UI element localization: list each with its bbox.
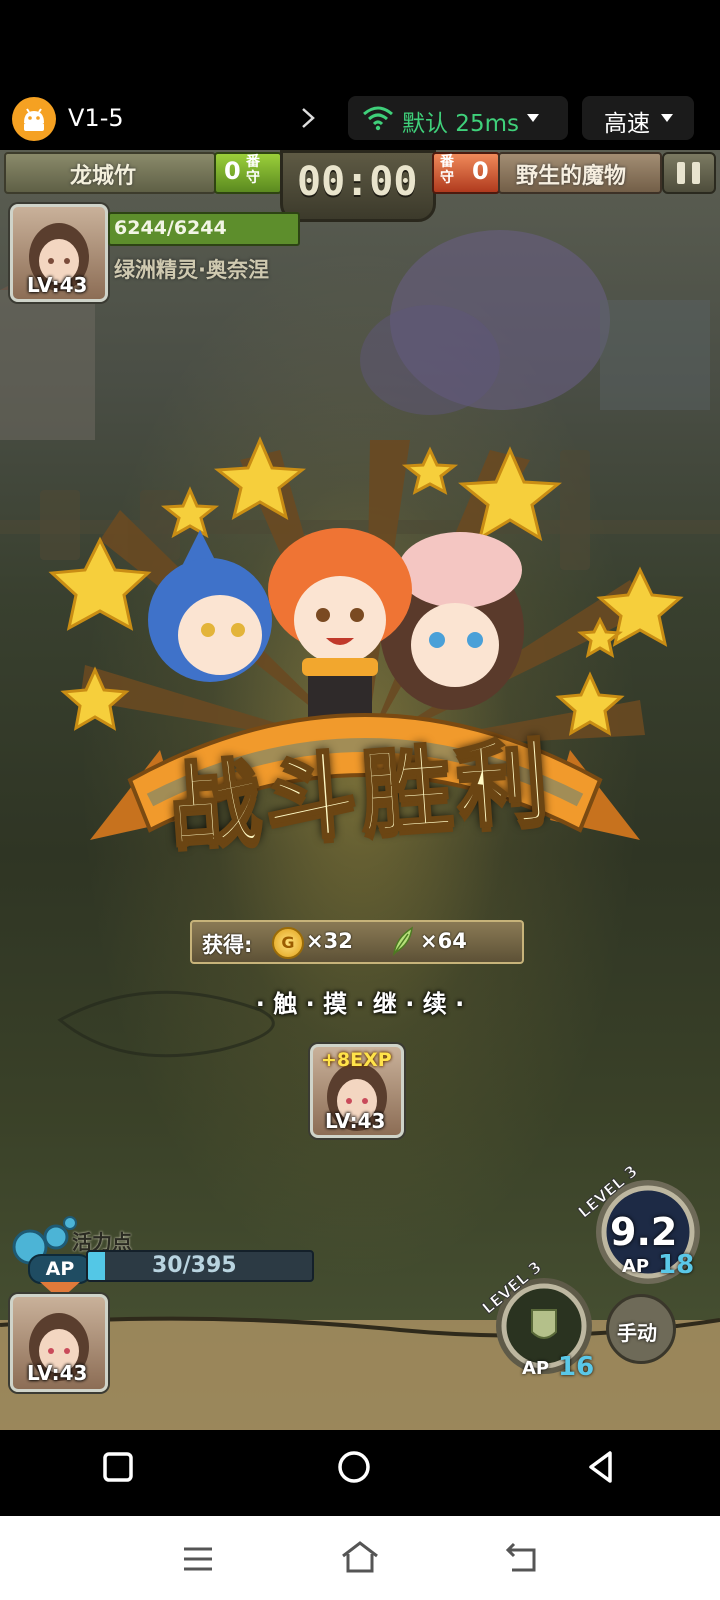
home-circle-icon[interactable] xyxy=(337,1450,371,1484)
boss-hp-text: 6244/6244 xyxy=(114,217,227,239)
skill-button-small[interactable]: LEVEL 3 AP 16 xyxy=(478,1257,604,1382)
menu-icon[interactable] xyxy=(182,1546,214,1572)
skill-large-value: 9.2 xyxy=(610,1210,678,1254)
speed-selector[interactable]: 高速 xyxy=(582,96,694,140)
timer-text: 00:00 xyxy=(297,159,418,205)
bottom-hero-level: LV:43 xyxy=(27,1361,88,1385)
enemy-name: 野生的魔物 xyxy=(516,164,627,189)
manual-mode-label: 手动 xyxy=(617,1321,657,1345)
gold-coin-icon: G xyxy=(272,927,304,959)
level-title: V1-5 xyxy=(68,104,124,132)
reward-label: 获得: xyxy=(202,933,253,957)
recent-apps-icon[interactable] xyxy=(103,1452,133,1482)
dropdown-arrow-icon xyxy=(527,114,539,122)
wifi-icon xyxy=(363,106,393,131)
boss-portrait: LV:43 xyxy=(10,204,108,302)
enemy-guard-count: 0 xyxy=(472,157,489,185)
touch-to-continue[interactable]: · 触 · 摸 · 继 · 续 · xyxy=(0,984,720,1019)
home-icon[interactable] xyxy=(340,1540,380,1574)
hero-level: LV:43 xyxy=(325,1109,386,1133)
manual-mode-button[interactable]: 手动 xyxy=(606,1294,676,1364)
back-icon[interactable] xyxy=(504,1540,538,1574)
skill-small-ap-label: AP xyxy=(522,1358,550,1379)
network-label: 默认 25ms xyxy=(402,111,519,137)
dropdown-arrow-icon xyxy=(661,114,673,122)
skill-small-ap-cost: 16 xyxy=(558,1352,595,1382)
player-name: 龙城竹 xyxy=(70,164,137,189)
boss-level: LV:43 xyxy=(27,273,88,297)
bottom-hero-card[interactable]: LV:43 xyxy=(10,1294,108,1392)
boss-name: 绿洲精灵·奥奈涅 xyxy=(114,258,269,282)
android-icon xyxy=(24,108,44,131)
enemy-guard-box: 番守 0 xyxy=(432,152,500,194)
ap-value: 30/395 xyxy=(152,1253,237,1278)
skill-large-ap-cost: 18 xyxy=(658,1250,695,1280)
back-triangle-icon[interactable] xyxy=(586,1450,616,1484)
game-canvas[interactable]: 龙城竹 0 番守 00:00 番守 0 野生的魔物 LV:43 6244/624… xyxy=(0,150,720,1430)
feather-icon xyxy=(392,926,413,956)
player-name-plate: 龙城竹 xyxy=(4,152,216,194)
chibi-characters xyxy=(148,528,524,730)
player-guard-count: 0 xyxy=(224,157,241,185)
pause-icon xyxy=(677,162,700,184)
app-icon[interactable] xyxy=(12,97,56,141)
speed-label: 高速 xyxy=(604,111,650,137)
reward-bar: 获得: G ×32 ×64 xyxy=(190,920,524,964)
player-guard-label: 番守 xyxy=(246,154,260,186)
ap-badge: AP xyxy=(28,1254,92,1284)
pause-button[interactable] xyxy=(662,152,716,194)
battle-timer: 00:00 xyxy=(280,150,436,222)
hero-exp-card: +8EXP LV:43 xyxy=(310,1044,404,1138)
exp-gain: +8EXP xyxy=(321,1049,392,1071)
feather-amount: ×64 xyxy=(420,929,467,953)
player-guard-box: 0 番守 xyxy=(214,152,282,194)
ap-bar: 30/395 xyxy=(86,1250,314,1282)
system-gesture-bar xyxy=(0,1516,720,1600)
gold-amount: ×32 xyxy=(306,929,353,953)
chevron-right-icon[interactable] xyxy=(296,104,320,136)
ap-bar-fill xyxy=(88,1252,106,1280)
network-selector[interactable]: 默认 25ms xyxy=(348,96,568,140)
skill-large-ap-label: AP xyxy=(622,1256,650,1277)
enemy-guard-label: 番守 xyxy=(440,154,454,186)
enemy-name-plate: 野生的魔物 xyxy=(498,152,662,194)
android-nav-bar xyxy=(0,1430,720,1516)
boss-hp-bar: 6244/6244 xyxy=(108,212,300,246)
